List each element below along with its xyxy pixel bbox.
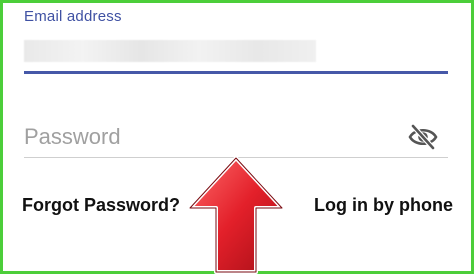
- email-label: Email address: [24, 8, 122, 25]
- email-field[interactable]: [24, 40, 316, 62]
- eye-off-icon: [408, 124, 438, 150]
- red-arrow-annotation: [188, 156, 284, 274]
- login-by-phone-link[interactable]: Log in by phone: [314, 195, 453, 216]
- password-field[interactable]: [24, 120, 394, 154]
- toggle-password-visibility-button[interactable]: [406, 122, 440, 152]
- email-underline: [24, 71, 448, 74]
- forgot-password-link[interactable]: Forgot Password?: [22, 195, 180, 216]
